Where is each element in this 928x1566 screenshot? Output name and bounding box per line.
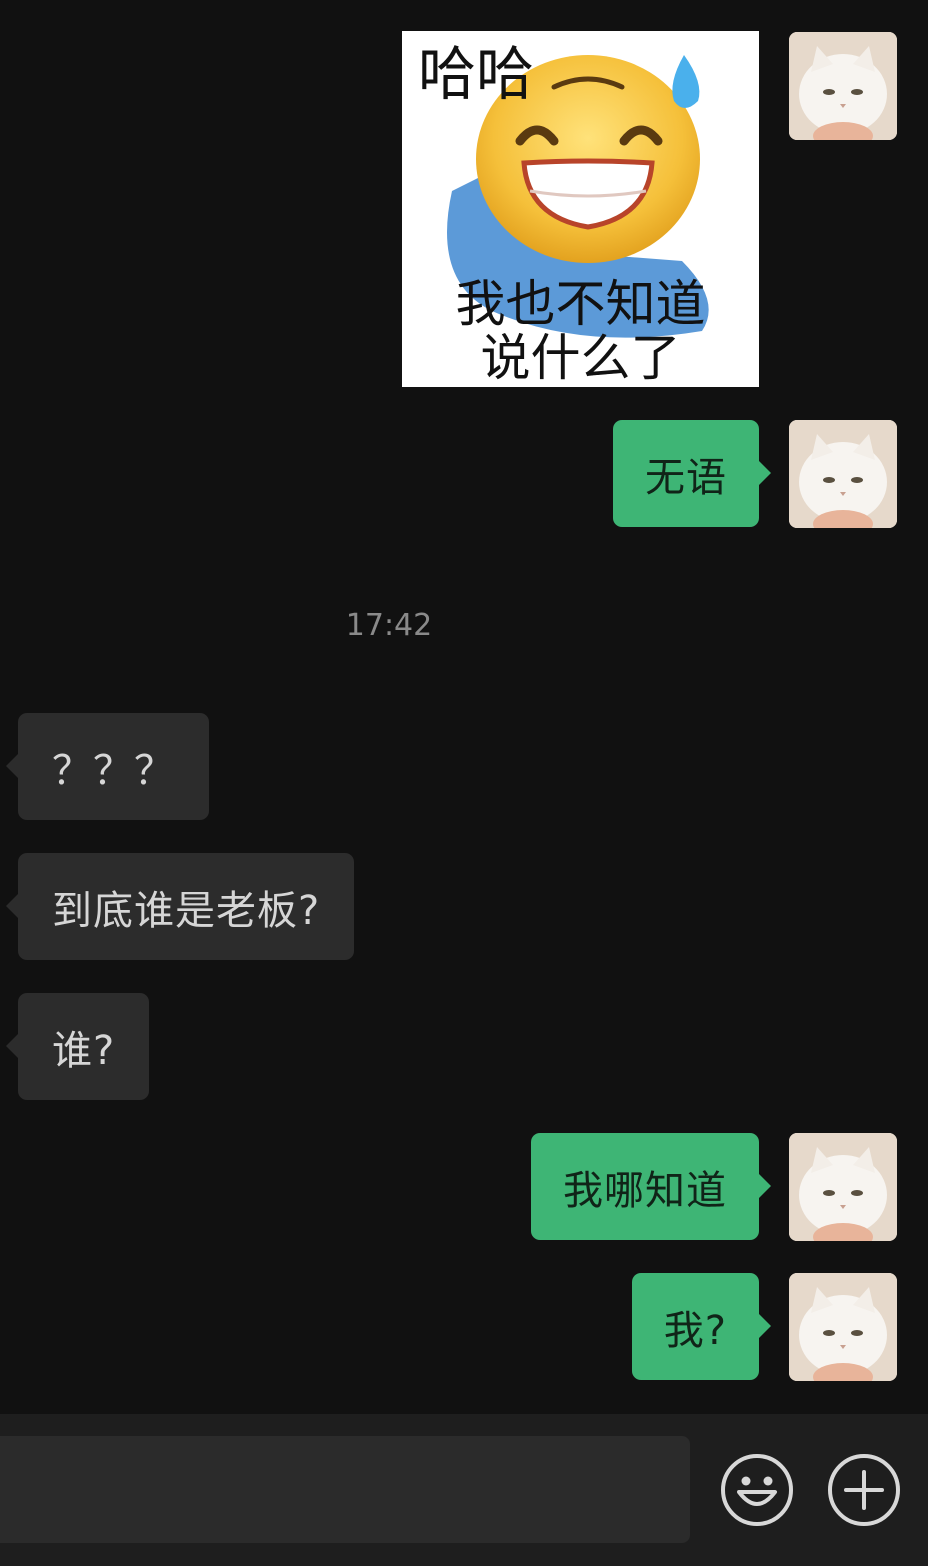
sticker-bottom-line-2: 说什么了 xyxy=(480,329,681,387)
sticker-bottom-text: 我也不知道 说什么了 xyxy=(402,277,759,385)
incoming-message-bubble[interactable]: 谁? xyxy=(5,993,150,1100)
incoming-message-bubble[interactable]: 到底谁是老板? xyxy=(5,853,355,960)
white-cat-avatar-image xyxy=(789,32,897,140)
outgoing-message-bubble[interactable]: 我哪知道 xyxy=(531,1133,771,1240)
timestamp: 17:42 xyxy=(345,608,433,643)
sticker-message[interactable]: 哈哈 我也不知道 说什么了 xyxy=(402,31,759,387)
my-avatar[interactable] xyxy=(789,1273,897,1381)
emoji-button[interactable] xyxy=(719,1452,795,1528)
message-text: 我? xyxy=(663,1307,727,1354)
outgoing-message-bubble[interactable]: 我? xyxy=(631,1273,772,1380)
white-cat-avatar-image xyxy=(789,420,897,528)
message-text: 我哪知道 xyxy=(563,1167,727,1214)
sticker-top-text: 哈哈 xyxy=(418,40,535,108)
outgoing-message-bubble[interactable]: 无语 xyxy=(613,420,771,527)
input-bar xyxy=(0,1414,928,1566)
plus-circle-icon xyxy=(828,1454,900,1526)
incoming-message-bubble[interactable]: ？？？ xyxy=(6,713,209,820)
sticker-bottom-line-1: 我也不知道 xyxy=(455,275,706,333)
chat-history: 哈哈 我也不知道 说什么了 无语 17:42 ？？？ 到底谁是老板? 谁? 我哪… xyxy=(0,0,928,1414)
more-button[interactable] xyxy=(826,1452,902,1528)
my-avatar[interactable] xyxy=(789,420,897,528)
message-input[interactable] xyxy=(0,1436,690,1543)
message-text: 到底谁是老板? xyxy=(52,887,321,934)
white-cat-avatar-image xyxy=(789,1133,897,1241)
smiley-icon xyxy=(721,1454,793,1526)
message-text: 谁? xyxy=(52,1027,116,1074)
my-avatar[interactable] xyxy=(789,1133,897,1241)
message-text: ？？？ xyxy=(52,747,175,794)
message-text: 无语 xyxy=(645,454,727,501)
my-avatar[interactable] xyxy=(789,32,897,140)
white-cat-avatar-image xyxy=(789,1273,897,1381)
